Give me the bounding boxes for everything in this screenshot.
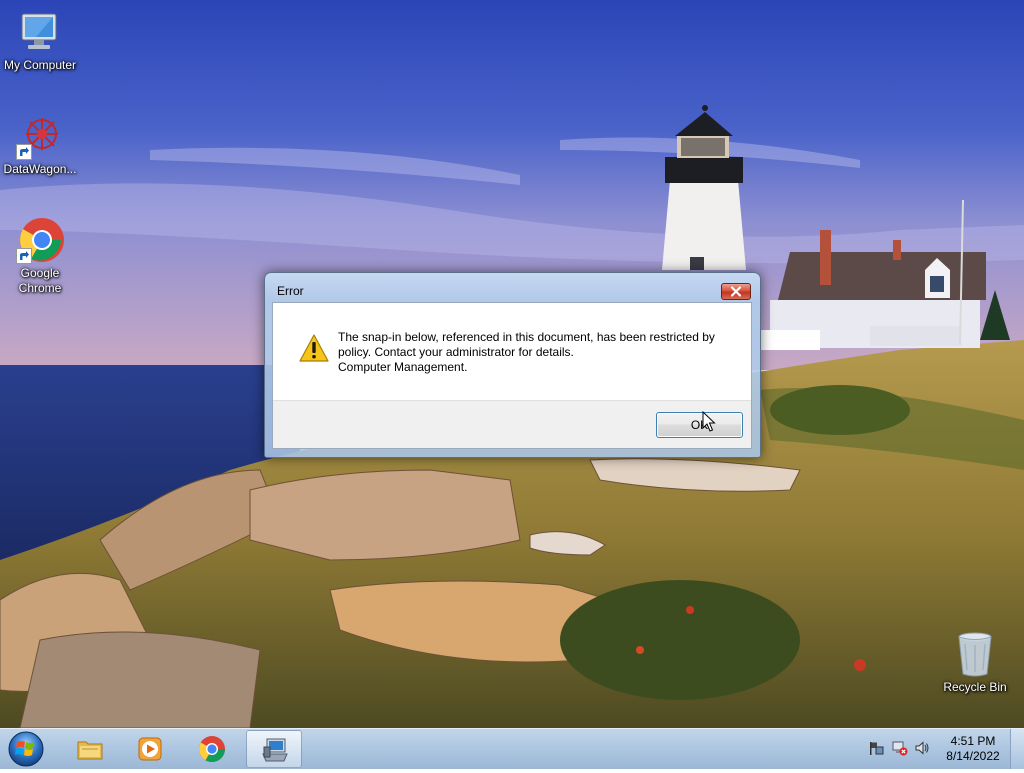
start-button[interactable] xyxy=(4,730,48,768)
taskbar-item-media-player[interactable] xyxy=(122,730,178,768)
message-line: Computer Management. xyxy=(338,360,468,374)
clock-time: 4:51 PM xyxy=(950,734,996,748)
shortcut-arrow-icon xyxy=(16,248,32,264)
message-line: The snap-in below, referenced in this do… xyxy=(338,330,715,344)
taskbar-item-file-explorer[interactable] xyxy=(62,730,118,768)
system-clock[interactable]: 4:51 PM 8/14/2022 xyxy=(936,734,1010,764)
computer-icon xyxy=(16,8,64,56)
error-message: The snap-in below, referenced in this do… xyxy=(338,330,738,375)
dialog-client-area: The snap-in below, referenced in this do… xyxy=(272,302,752,449)
chrome-icon xyxy=(198,735,226,763)
dialog-footer: OK xyxy=(273,400,751,448)
desktop-icon-label: Google Chrome xyxy=(18,266,62,295)
dialog-title: Error xyxy=(277,284,304,298)
desktop-icon-datawagon[interactable]: DataWagon... xyxy=(0,112,80,177)
desktop-icon-label: My Computer xyxy=(3,58,77,72)
taskbar: 4:51 PM 8/14/2022 xyxy=(0,728,1024,769)
message-line: policy. Contact your administrator for d… xyxy=(338,345,574,359)
mouse-cursor-icon xyxy=(702,410,716,433)
action-center-flag-icon[interactable] xyxy=(868,740,884,756)
computer-management-icon xyxy=(261,736,289,764)
error-dialog: Error The snap-in below, referenced in t… xyxy=(264,272,761,458)
desktop-icon-label: Recycle Bin xyxy=(943,680,1007,694)
desktop-icon-recycle-bin[interactable]: Recycle Bin xyxy=(935,630,1015,695)
desktop-icon-google-chrome[interactable]: Google Chrome xyxy=(0,216,80,296)
datawagon-icon xyxy=(16,112,64,160)
ok-button[interactable]: OK xyxy=(656,412,743,438)
folder-icon xyxy=(76,735,104,763)
clock-date: 8/14/2022 xyxy=(946,749,1000,763)
shortcut-arrow-icon xyxy=(16,144,32,160)
close-icon xyxy=(730,286,742,297)
show-desktop-button[interactable] xyxy=(1010,729,1024,769)
network-error-icon[interactable] xyxy=(892,740,908,756)
close-button[interactable] xyxy=(721,283,751,300)
volume-icon[interactable] xyxy=(914,740,930,756)
dialog-body: The snap-in below, referenced in this do… xyxy=(273,303,751,400)
windows-start-icon xyxy=(8,731,44,767)
desktop-icon-my-computer[interactable]: My Computer xyxy=(0,8,80,73)
taskbar-item-chrome[interactable] xyxy=(184,730,240,768)
recycle-bin-icon xyxy=(951,630,999,678)
media-player-icon xyxy=(136,735,164,763)
desktop-icon-label: DataWagon... xyxy=(3,162,77,176)
warning-icon xyxy=(298,333,330,363)
chrome-icon xyxy=(16,216,64,264)
taskbar-item-computer-management[interactable] xyxy=(246,730,302,768)
